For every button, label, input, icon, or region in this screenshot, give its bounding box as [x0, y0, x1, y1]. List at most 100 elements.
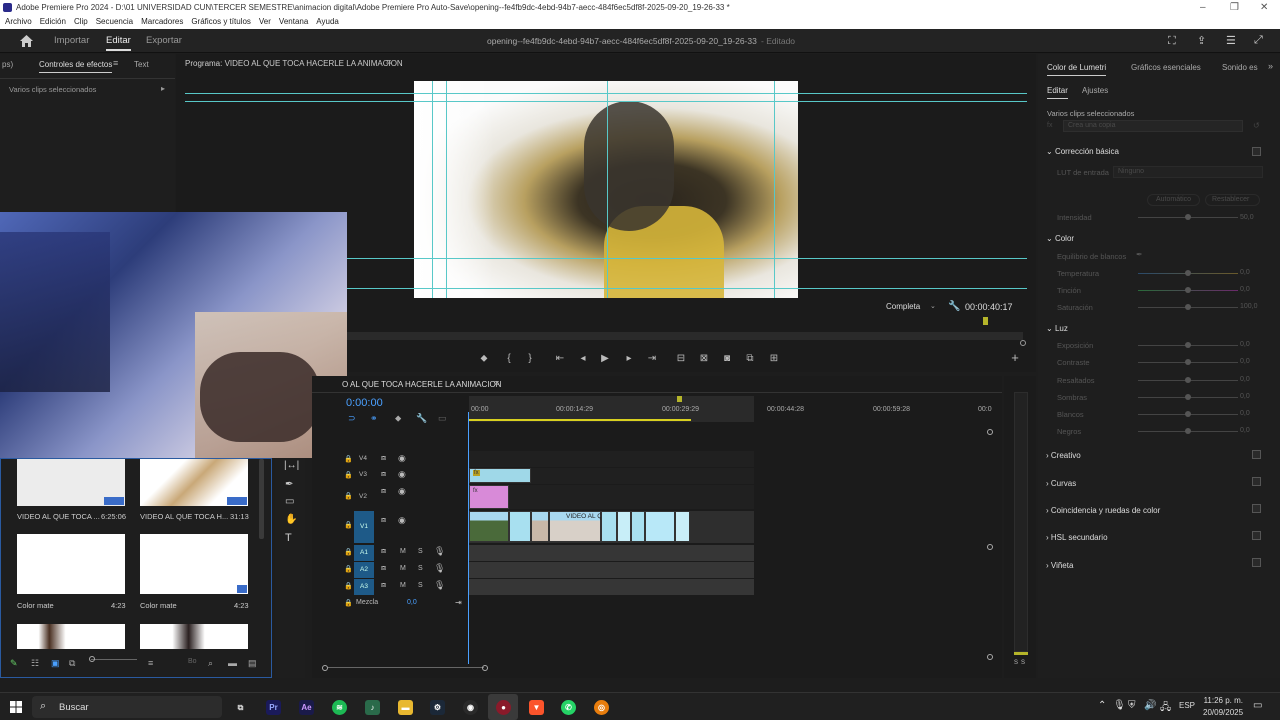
- monitor-scrub-bar[interactable]: [347, 332, 1023, 340]
- fullscreen-icon[interactable]: ⤢: [1254, 34, 1263, 47]
- temperature-value[interactable]: 0,0: [1240, 269, 1250, 276]
- maximize-icon[interactable]: ❐: [1230, 0, 1239, 15]
- captions-icon[interactable]: ▭: [438, 413, 447, 424]
- type-tool-icon[interactable]: T: [285, 532, 292, 544]
- mute-button[interactable]: M: [400, 582, 406, 589]
- sync-lock-icon[interactable]: ⧈: [381, 453, 386, 463]
- pencil-icon[interactable]: ✎: [10, 658, 18, 669]
- sync-lock-icon[interactable]: ⧈: [381, 515, 386, 525]
- section-color[interactable]: ⌄ Color: [1046, 234, 1074, 243]
- microphone-tray-icon[interactable]: 🎙: [1113, 700, 1126, 711]
- microphone-icon[interactable]: 🎙: [434, 563, 445, 574]
- shadows-slider[interactable]: [1138, 394, 1238, 400]
- wrench-icon[interactable]: 🔧: [948, 301, 960, 312]
- clip-dropdown[interactable]: Crea una copia: [1063, 120, 1243, 132]
- menu-ayuda[interactable]: Ayuda: [316, 15, 339, 29]
- go-to-in-icon[interactable]: ⇤: [553, 352, 567, 366]
- section-creative[interactable]: › Creativo: [1046, 451, 1081, 460]
- sequence-tab[interactable]: O AL QUE TOCA HACERLE LA ANIMACION: [342, 380, 501, 389]
- section-vignette-checkbox[interactable]: [1252, 558, 1261, 567]
- share-icon[interactable]: ⇪: [1197, 34, 1206, 47]
- highlights-slider[interactable]: [1138, 377, 1238, 383]
- v-scroll-handle[interactable]: [987, 654, 993, 660]
- security-tray-icon[interactable]: ⛨: [1128, 700, 1136, 711]
- panel-menu-icon[interactable]: ≡: [113, 58, 118, 68]
- panel-menu-icon[interactable]: ≡: [494, 378, 499, 388]
- lift-icon[interactable]: ⊟: [674, 352, 688, 366]
- lock-icon[interactable]: 🔒: [344, 471, 353, 479]
- export-frame-icon[interactable]: ◙: [720, 352, 734, 366]
- play-icon[interactable]: ▶: [598, 352, 612, 366]
- eye-icon[interactable]: ◉: [398, 515, 406, 526]
- h-scroll-start[interactable]: [322, 665, 328, 671]
- thumbnail-color-matte-1[interactable]: [17, 534, 125, 594]
- saturation-slider[interactable]: [1138, 304, 1238, 310]
- section-basic-checkbox[interactable]: [1252, 147, 1261, 156]
- tab-essential-graphics[interactable]: Gráficos esenciales: [1131, 63, 1201, 72]
- highlights-value[interactable]: 0,0: [1240, 376, 1250, 383]
- temperature-slider[interactable]: [1138, 270, 1238, 276]
- file-explorer-icon[interactable]: ▬: [398, 700, 413, 715]
- solo-button[interactable]: S: [418, 565, 423, 572]
- sync-lock-icon[interactable]: ⧈: [381, 580, 386, 590]
- h-scrollbar[interactable]: [328, 667, 484, 668]
- list-view-icon[interactable]: ☷: [31, 658, 39, 669]
- whatsapp-taskbar-icon[interactable]: ✆: [561, 700, 576, 715]
- lut-dropdown[interactable]: Ninguno: [1113, 166, 1263, 178]
- clip-v1[interactable]: [617, 511, 631, 542]
- more-tabs-icon[interactable]: »: [1268, 61, 1273, 71]
- step-back-icon[interactable]: ◂: [576, 352, 590, 366]
- lock-icon[interactable]: 🔒: [344, 521, 353, 529]
- contrast-slider[interactable]: [1138, 359, 1238, 365]
- exposure-value[interactable]: 0,0: [1240, 341, 1250, 348]
- menu-edicion[interactable]: Edición: [40, 15, 66, 29]
- subtab-editar[interactable]: Editar: [1047, 86, 1068, 99]
- premiere-taskbar-icon[interactable]: Pr: [266, 700, 281, 715]
- chevron-down-icon[interactable]: ⌄: [930, 302, 936, 310]
- timeline-timecode[interactable]: 0:00:00: [346, 397, 383, 409]
- solo-button[interactable]: S: [418, 582, 423, 589]
- clip-v1[interactable]: [645, 511, 675, 542]
- home-icon[interactable]: [20, 35, 33, 47]
- thumbnail-video-4[interactable]: [140, 624, 248, 649]
- menu-ver[interactable]: Ver: [259, 15, 271, 29]
- section-creative-checkbox[interactable]: [1252, 450, 1261, 459]
- freeform-view-icon[interactable]: ⧉: [69, 658, 75, 669]
- whites-value[interactable]: 0,0: [1240, 410, 1250, 417]
- clip-v1[interactable]: [509, 511, 531, 542]
- lock-icon[interactable]: 🔒: [344, 455, 353, 463]
- clip-v1[interactable]: [675, 511, 690, 542]
- thumbnail-video-3[interactable]: [17, 624, 125, 649]
- shadows-value[interactable]: 0,0: [1240, 393, 1250, 400]
- timeline-settings-icon[interactable]: 🔧: [416, 413, 427, 424]
- add-marker-icon[interactable]: ⬥: [477, 352, 491, 366]
- contrast-value[interactable]: 0,0: [1240, 358, 1250, 365]
- lock-icon[interactable]: 🔒: [344, 582, 353, 590]
- track-label[interactable]: A2: [354, 562, 374, 578]
- section-basic[interactable]: ⌄ Corrección básica: [1046, 147, 1119, 156]
- app-taskbar-icon[interactable]: ♪: [365, 700, 380, 715]
- clip-v1-main[interactable]: VIDEO AL QUE T: [549, 511, 617, 542]
- meter-solo-right[interactable]: S: [1021, 660, 1025, 666]
- taskbar-search-box[interactable]: ⌕ Buscar: [32, 696, 222, 718]
- button-editor-icon[interactable]: +: [1008, 351, 1022, 365]
- track-a1-area[interactable]: [469, 545, 754, 561]
- lock-icon[interactable]: 🔒: [344, 548, 353, 556]
- new-bin-icon[interactable]: ▬: [228, 658, 237, 668]
- section-match[interactable]: › Coincidencia y ruedas de color: [1046, 506, 1160, 515]
- tab-lumetri-color[interactable]: Color de Lumetri: [1047, 63, 1107, 76]
- section-hsl-checkbox[interactable]: [1252, 531, 1261, 540]
- step-forward-icon[interactable]: ▸: [622, 352, 636, 366]
- mark-out-icon[interactable]: }: [523, 352, 537, 366]
- reset-button[interactable]: Restablecer: [1205, 194, 1260, 206]
- section-curves[interactable]: › Curvas: [1046, 479, 1076, 488]
- tab-editar[interactable]: Editar: [106, 29, 131, 53]
- project-scrollbar[interactable]: [259, 459, 264, 539]
- new-item-icon[interactable]: ▤: [248, 658, 257, 669]
- blacks-slider[interactable]: [1138, 428, 1238, 434]
- eye-icon[interactable]: ◉: [398, 469, 406, 480]
- track-a2-area[interactable]: [469, 562, 754, 578]
- steam-taskbar-icon[interactable]: ⚙: [430, 700, 445, 715]
- section-vignette[interactable]: › Viñeta: [1046, 561, 1073, 570]
- mute-button[interactable]: M: [400, 548, 406, 555]
